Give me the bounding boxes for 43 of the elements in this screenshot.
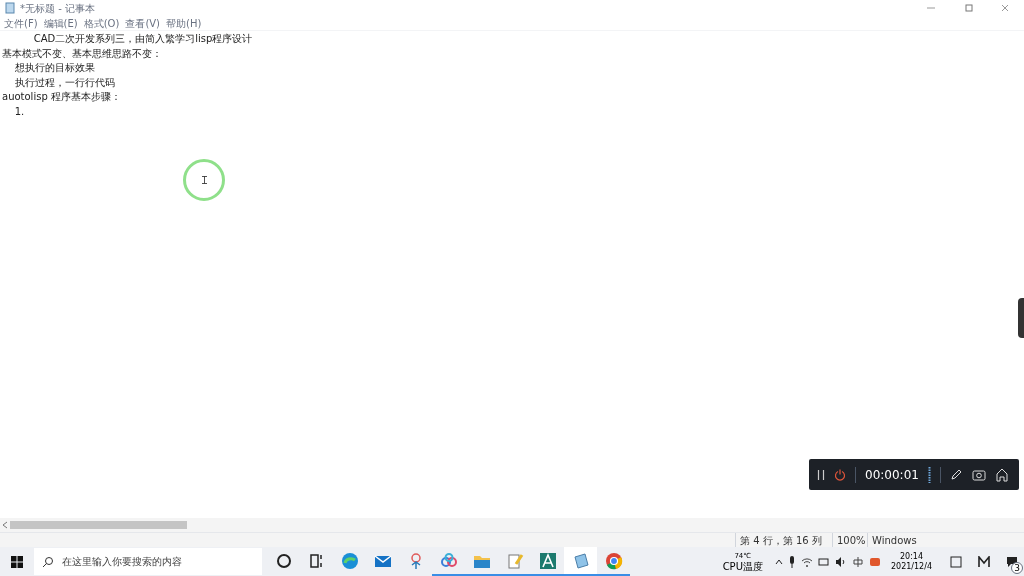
caret-up-icon[interactable] xyxy=(774,558,783,565)
text-line: 1. xyxy=(13,104,25,119)
close-icon[interactable] xyxy=(1000,3,1010,13)
microphone-icon[interactable] xyxy=(787,555,796,568)
horizontal-scrollbar-thumb[interactable] xyxy=(10,521,187,529)
search-field[interactable]: 在这里输入你要搜索的内容 xyxy=(34,548,262,575)
text-line: 执行过程，一行行代码 xyxy=(13,75,115,90)
text-cursor-icon xyxy=(201,176,207,184)
menu-item[interactable]: 文件(F) xyxy=(4,15,38,31)
text-line: 基本模式不变、基本思维思路不变： xyxy=(2,46,162,61)
clock-date[interactable]: 2021/12/4 xyxy=(890,561,932,572)
vertical-scroll-indicator xyxy=(1018,298,1024,338)
power-icon[interactable] xyxy=(834,468,846,481)
scroll-left-icon[interactable] xyxy=(2,521,8,529)
browser-wave-icon[interactable] xyxy=(339,550,360,571)
camera-icon[interactable] xyxy=(971,468,986,481)
clock-time[interactable]: 20:14 xyxy=(899,551,923,562)
home-icon[interactable] xyxy=(994,467,1009,482)
maximize-icon[interactable] xyxy=(964,3,974,13)
pause-icon[interactable] xyxy=(817,469,825,480)
chrome-icon[interactable] xyxy=(603,550,624,571)
audio-level-icon xyxy=(927,466,931,483)
recording-time: 00:00:01 xyxy=(865,466,919,484)
letter-m-icon[interactable] xyxy=(978,555,990,568)
text-line: CAD二次开发系列三，由简入繁学习lisp程序设计 xyxy=(32,32,253,46)
menu-item[interactable]: 帮助(H) xyxy=(166,15,202,31)
temperature-label: CPU温度 xyxy=(722,560,763,572)
menu-item[interactable]: 编辑(E) xyxy=(43,15,78,31)
speaker-icon[interactable] xyxy=(834,555,847,568)
window-icon[interactable] xyxy=(950,555,962,568)
text-line: 想执行的目标效果 xyxy=(13,61,95,75)
text-line: auotolisp 程序基本步骤： xyxy=(2,90,121,104)
notepad-icon xyxy=(4,2,16,14)
search-icon xyxy=(42,555,54,568)
pencil-icon[interactable] xyxy=(949,468,963,481)
letter-a-app-icon[interactable] xyxy=(537,550,558,571)
input-method-icon[interactable] xyxy=(851,555,864,568)
battery-icon[interactable] xyxy=(817,555,830,568)
windows-logo-icon[interactable] xyxy=(11,555,23,568)
menu-item[interactable]: 查看(V) xyxy=(125,15,161,31)
wifi-icon[interactable] xyxy=(800,555,813,568)
window-title: *无标题 - 记事本 xyxy=(20,1,95,16)
menu-item[interactable]: 格式(O) xyxy=(83,15,120,31)
